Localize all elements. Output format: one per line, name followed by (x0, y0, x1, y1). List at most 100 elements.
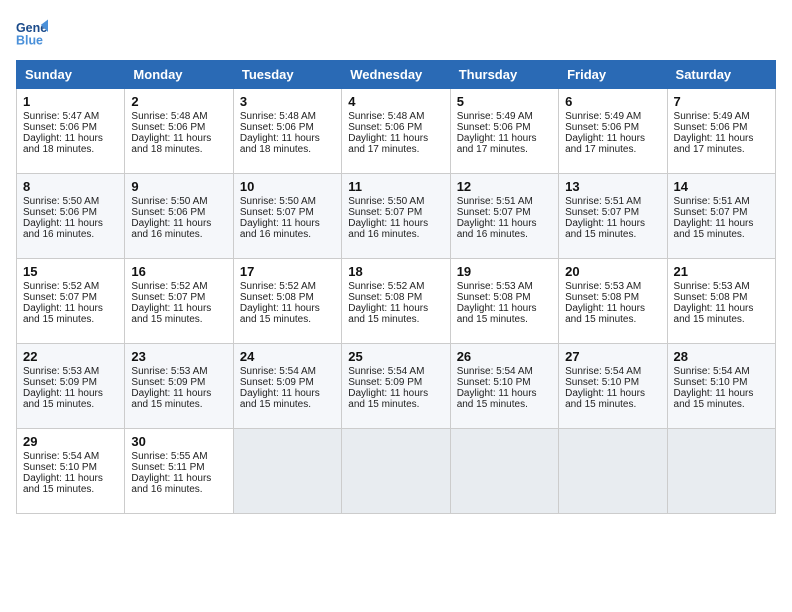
day-number: 25 (348, 349, 443, 364)
day-number: 13 (565, 179, 660, 194)
calendar-day-header: Sunday (17, 61, 125, 89)
day-number: 11 (348, 179, 443, 194)
calendar-day-header: Friday (559, 61, 667, 89)
day-number: 5 (457, 94, 552, 109)
day-info: Sunrise: 5:49 AMSunset: 5:06 PMDaylight:… (565, 111, 645, 155)
day-number: 2 (131, 94, 226, 109)
calendar-day-cell: 17Sunrise: 5:52 AMSunset: 5:08 PMDayligh… (233, 259, 341, 344)
logo: General Blue (16, 16, 52, 48)
day-number: 24 (240, 349, 335, 364)
calendar-day-header: Monday (125, 61, 233, 89)
day-info: Sunrise: 5:52 AMSunset: 5:08 PMDaylight:… (348, 281, 428, 325)
day-number: 27 (565, 349, 660, 364)
calendar-day-cell: 23 Sunrise: 5:53 AMSunset: 5:09 PMDayligh… (125, 344, 233, 429)
calendar-week-row: 29Sunrise: 5:54 AMSunset: 5:10 PMDayligh… (17, 429, 776, 514)
calendar-day-cell: 1 Sunrise: 5:47 AMSunset: 5:06 PMDaylight… (17, 89, 125, 174)
calendar-day-cell: 20 Sunrise: 5:53 AMSunset: 5:08 PMDayligh… (559, 259, 667, 344)
calendar-day-cell: 5 Sunrise: 5:49 AMSunset: 5:06 PMDaylight… (450, 89, 558, 174)
day-info: Sunrise: 5:49 AMSunset: 5:06 PMDaylight:… (457, 111, 537, 155)
calendar-day-cell: 29Sunrise: 5:54 AMSunset: 5:10 PMDayligh… (17, 429, 125, 514)
day-info: Sunrise: 5:50 AMSunset: 5:07 PMDaylight:… (240, 196, 320, 240)
day-info: Sunrise: 5:48 AMSunset: 5:06 PMDaylight:… (131, 111, 211, 155)
day-number: 18 (348, 264, 443, 279)
calendar-header-row: SundayMondayTuesdayWednesdayThursdayFrid… (17, 61, 776, 89)
day-number: 8 (23, 179, 118, 194)
calendar-day-cell: 25 Sunrise: 5:54 AMSunset: 5:09 PMDayligh… (342, 344, 450, 429)
day-info: Sunrise: 5:53 AMSunset: 5:08 PMDaylight:… (674, 281, 754, 325)
calendar-day-cell (667, 429, 775, 514)
calendar-day-cell (342, 429, 450, 514)
day-number: 12 (457, 179, 552, 194)
day-info: Sunrise: 5:53 AMSunset: 5:09 PMDaylight:… (131, 366, 211, 410)
day-info: Sunrise: 5:48 AMSunset: 5:06 PMDaylight:… (348, 111, 428, 155)
calendar-week-row: 8 Sunrise: 5:50 AMSunset: 5:06 PMDaylight… (17, 174, 776, 259)
calendar-day-cell: 26 Sunrise: 5:54 AMSunset: 5:10 PMDayligh… (450, 344, 558, 429)
calendar-day-cell: 28Sunrise: 5:54 AMSunset: 5:10 PMDayligh… (667, 344, 775, 429)
calendar-week-row: 15Sunrise: 5:52 AMSunset: 5:07 PMDayligh… (17, 259, 776, 344)
day-number: 14 (674, 179, 769, 194)
day-info: Sunrise: 5:51 AMSunset: 5:07 PMDaylight:… (457, 196, 537, 240)
day-number: 10 (240, 179, 335, 194)
calendar-table: SundayMondayTuesdayWednesdayThursdayFrid… (16, 60, 776, 514)
day-info: Sunrise: 5:48 AMSunset: 5:06 PMDaylight:… (240, 111, 320, 155)
day-number: 4 (348, 94, 443, 109)
day-info: Sunrise: 5:54 AMSunset: 5:09 PMDaylight:… (348, 366, 428, 410)
calendar-day-cell: 14 Sunrise: 5:51 AMSunset: 5:07 PMDayligh… (667, 174, 775, 259)
svg-text:Blue: Blue (16, 33, 43, 47)
day-number: 20 (565, 264, 660, 279)
day-info: Sunrise: 5:55 AMSunset: 5:11 PMDaylight:… (131, 451, 211, 495)
calendar-day-cell: 8 Sunrise: 5:50 AMSunset: 5:06 PMDaylight… (17, 174, 125, 259)
day-info: Sunrise: 5:54 AMSunset: 5:10 PMDaylight:… (457, 366, 537, 410)
calendar-day-cell (450, 429, 558, 514)
calendar-day-header: Saturday (667, 61, 775, 89)
day-number: 22 (23, 349, 118, 364)
calendar-week-row: 1 Sunrise: 5:47 AMSunset: 5:06 PMDaylight… (17, 89, 776, 174)
calendar-day-cell (233, 429, 341, 514)
day-number: 17 (240, 264, 335, 279)
day-info: Sunrise: 5:53 AMSunset: 5:08 PMDaylight:… (457, 281, 537, 325)
day-number: 21 (674, 264, 769, 279)
calendar-day-header: Tuesday (233, 61, 341, 89)
day-number: 7 (674, 94, 769, 109)
day-info: Sunrise: 5:50 AMSunset: 5:07 PMDaylight:… (348, 196, 428, 240)
calendar-day-header: Thursday (450, 61, 558, 89)
logo-icon: General Blue (16, 16, 48, 48)
calendar-day-cell: 22 Sunrise: 5:53 AMSunset: 5:09 PMDayligh… (17, 344, 125, 429)
calendar-day-cell: 2 Sunrise: 5:48 AMSunset: 5:06 PMDaylight… (125, 89, 233, 174)
day-info: Sunrise: 5:50 AMSunset: 5:06 PMDaylight:… (23, 196, 103, 240)
page-header: General Blue (16, 16, 776, 48)
day-number: 26 (457, 349, 552, 364)
calendar-day-cell: 6Sunrise: 5:49 AMSunset: 5:06 PMDaylight… (559, 89, 667, 174)
calendar-day-cell: 21 Sunrise: 5:53 AMSunset: 5:08 PMDayligh… (667, 259, 775, 344)
day-info: Sunrise: 5:50 AMSunset: 5:06 PMDaylight:… (131, 196, 211, 240)
day-info: Sunrise: 5:51 AMSunset: 5:07 PMDaylight:… (565, 196, 645, 240)
calendar-day-cell: 11 Sunrise: 5:50 AMSunset: 5:07 PMDayligh… (342, 174, 450, 259)
day-number: 19 (457, 264, 552, 279)
calendar-day-cell: 30 Sunrise: 5:55 AMSunset: 5:11 PMDayligh… (125, 429, 233, 514)
day-info: Sunrise: 5:52 AMSunset: 5:07 PMDaylight:… (23, 281, 103, 325)
calendar-day-cell: 10 Sunrise: 5:50 AMSunset: 5:07 PMDayligh… (233, 174, 341, 259)
day-info: Sunrise: 5:54 AMSunset: 5:09 PMDaylight:… (240, 366, 320, 410)
calendar-day-cell: 9Sunrise: 5:50 AMSunset: 5:06 PMDaylight… (125, 174, 233, 259)
day-info: Sunrise: 5:53 AMSunset: 5:08 PMDaylight:… (565, 281, 645, 325)
day-info: Sunrise: 5:54 AMSunset: 5:10 PMDaylight:… (565, 366, 645, 410)
calendar-day-cell: 15Sunrise: 5:52 AMSunset: 5:07 PMDayligh… (17, 259, 125, 344)
day-number: 3 (240, 94, 335, 109)
day-number: 29 (23, 434, 118, 449)
calendar-day-cell (559, 429, 667, 514)
calendar-day-cell: 18 Sunrise: 5:52 AMSunset: 5:08 PMDayligh… (342, 259, 450, 344)
day-number: 1 (23, 94, 118, 109)
day-number: 30 (131, 434, 226, 449)
calendar-day-cell: 16Sunrise: 5:52 AMSunset: 5:07 PMDayligh… (125, 259, 233, 344)
day-number: 23 (131, 349, 226, 364)
calendar-day-cell: 4 Sunrise: 5:48 AMSunset: 5:06 PMDaylight… (342, 89, 450, 174)
day-info: Sunrise: 5:54 AMSunset: 5:10 PMDaylight:… (674, 366, 754, 410)
day-info: Sunrise: 5:52 AMSunset: 5:07 PMDaylight:… (131, 281, 211, 325)
calendar-body: 1 Sunrise: 5:47 AMSunset: 5:06 PMDaylight… (17, 89, 776, 514)
day-info: Sunrise: 5:53 AMSunset: 5:09 PMDaylight:… (23, 366, 103, 410)
day-info: Sunrise: 5:51 AMSunset: 5:07 PMDaylight:… (674, 196, 754, 240)
calendar-day-cell: 13 Sunrise: 5:51 AMSunset: 5:07 PMDayligh… (559, 174, 667, 259)
calendar-day-header: Wednesday (342, 61, 450, 89)
calendar-day-cell: 7Sunrise: 5:49 AMSunset: 5:06 PMDaylight… (667, 89, 775, 174)
day-info: Sunrise: 5:47 AMSunset: 5:06 PMDaylight:… (23, 111, 103, 155)
